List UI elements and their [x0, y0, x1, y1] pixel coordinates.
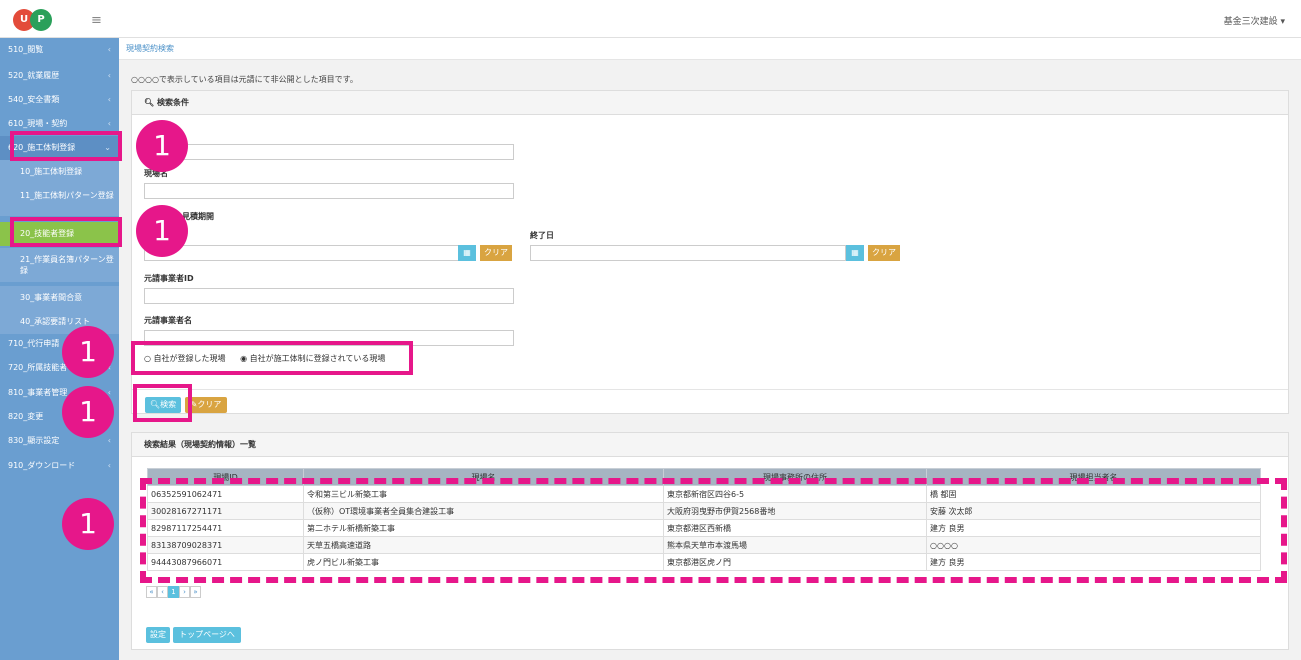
pager-next[interactable]: › [179, 586, 190, 598]
top-page-button[interactable]: トップページへ [173, 627, 241, 643]
annotation-badge: 1 [62, 386, 114, 438]
sidebar-item-label: 610_現場・契約 [8, 119, 68, 128]
sidebar-item-label: 540_安全書類 [8, 95, 60, 104]
calendar-icon[interactable]: ▦ [846, 245, 864, 261]
notice-text: ○○○○で表示している項目は元請にて非公開とした項目です。 [131, 75, 358, 84]
breadcrumb[interactable]: 現場契約検索 [119, 38, 1301, 60]
site-name-input[interactable] [144, 183, 514, 199]
logo[interactable]: U P [13, 6, 65, 33]
hamburger-icon[interactable]: ≡ [91, 13, 102, 28]
divider [132, 389, 1288, 390]
sidebar-item-label: 30_事業者間合意 [20, 293, 83, 302]
sidebar-item-510[interactable]: 510_閲覧 ‹ [0, 38, 119, 62]
pager-last[interactable]: » [190, 586, 201, 598]
pager-first[interactable]: « [146, 586, 157, 598]
highlight-sidebar-620 [10, 131, 122, 161]
settings-button[interactable]: 設定 [146, 627, 170, 643]
period-label: 見積期開 [182, 212, 214, 221]
highlight-sidebar-20 [10, 217, 122, 247]
chevron-left-icon: ‹ [107, 45, 111, 54]
pager-page-1[interactable]: 1 [168, 586, 179, 598]
sidebar-item-label: 21_作業員名簿パターン登録 [20, 255, 114, 275]
annotation-badge: 1 [62, 498, 114, 550]
sidebar-item-label: 11_施工体制パターン登録 [20, 191, 114, 200]
start-date-clear-button[interactable]: クリア [480, 245, 512, 261]
start-date-input[interactable] [144, 245, 464, 261]
sidebar-item-910[interactable]: 910_ダウンロード ‹ [0, 454, 119, 478]
sidebar-item-label: 910_ダウンロード [8, 461, 76, 470]
sidebar-item-label: 720_所属技能者 [8, 363, 68, 372]
sidebar-subitem-21[interactable]: 21_作業員名簿パターン登録 [0, 248, 119, 282]
top-bar: U P ≡ 基金三次建設 ▾ [0, 0, 1301, 38]
chevron-left-icon: ‹ [107, 95, 111, 104]
logo-mark-p: P [30, 9, 52, 31]
contractor-name-label: 元請事業者名 [144, 316, 192, 325]
sidebar-item-540[interactable]: 540_安全書類 ‹ [0, 88, 119, 112]
pager-prev[interactable]: ‹ [157, 586, 168, 598]
sidebar-item-label: 820_変更 [8, 412, 44, 421]
highlight-results-table [140, 478, 1287, 583]
highlight-radio-group [131, 341, 413, 375]
chevron-left-icon: ‹ [107, 461, 111, 470]
end-date-input[interactable] [530, 245, 846, 261]
search-icon: 🔍︎ [144, 98, 155, 107]
contractor-id-input[interactable] [144, 288, 514, 304]
sidebar-item-520[interactable]: 520_就業履歴 ‹ [0, 64, 119, 88]
search-panel-title: 検索条件 [156, 98, 189, 107]
calendar-icon[interactable]: ▦ [458, 245, 476, 261]
sidebar-subitem-30[interactable]: 30_事業者間合意 [0, 286, 119, 310]
chevron-left-icon: ‹ [107, 71, 111, 80]
results-panel-header: 検索結果（現場契約情報）一覧 [132, 433, 1288, 457]
sidebar-item-label: 710_代行申請 [8, 339, 60, 348]
user-menu[interactable]: 基金三次建設 ▾ [1224, 14, 1285, 27]
sidebar-item-label: 520_就業履歴 [8, 71, 60, 80]
sidebar-item-label: 830_顯示設定 [8, 436, 60, 445]
pagination: « ‹ 1 › » [146, 586, 201, 598]
sidebar-item-label: 10_施工体制登録 [20, 167, 83, 176]
annotation-badge: 1 [136, 205, 188, 257]
sidebar-subitem-10[interactable]: 10_施工体制登録 [0, 160, 119, 184]
annotation-badge: 1 [136, 120, 188, 172]
end-date-label: 終了日 [530, 231, 554, 240]
sidebar-item-label: 40_承認要請リスト [20, 317, 91, 326]
site-id-input[interactable] [144, 144, 514, 160]
search-panel-header: 🔍︎ 検索条件 [132, 91, 1288, 115]
clear-button-label: クリア [197, 400, 222, 409]
annotation-badge: 1 [62, 326, 114, 378]
contractor-id-label: 元請事業者ID [144, 274, 194, 283]
end-date-clear-button[interactable]: クリア [868, 245, 900, 261]
sidebar-item-label: 810_事業者管理 [8, 388, 68, 397]
chevron-left-icon: ‹ [107, 436, 111, 445]
highlight-search-button [133, 384, 192, 422]
sidebar-item-label: 510_閲覧 [8, 45, 44, 54]
sidebar-subitem-11[interactable]: 11_施工体制パターン登録 [0, 184, 119, 216]
